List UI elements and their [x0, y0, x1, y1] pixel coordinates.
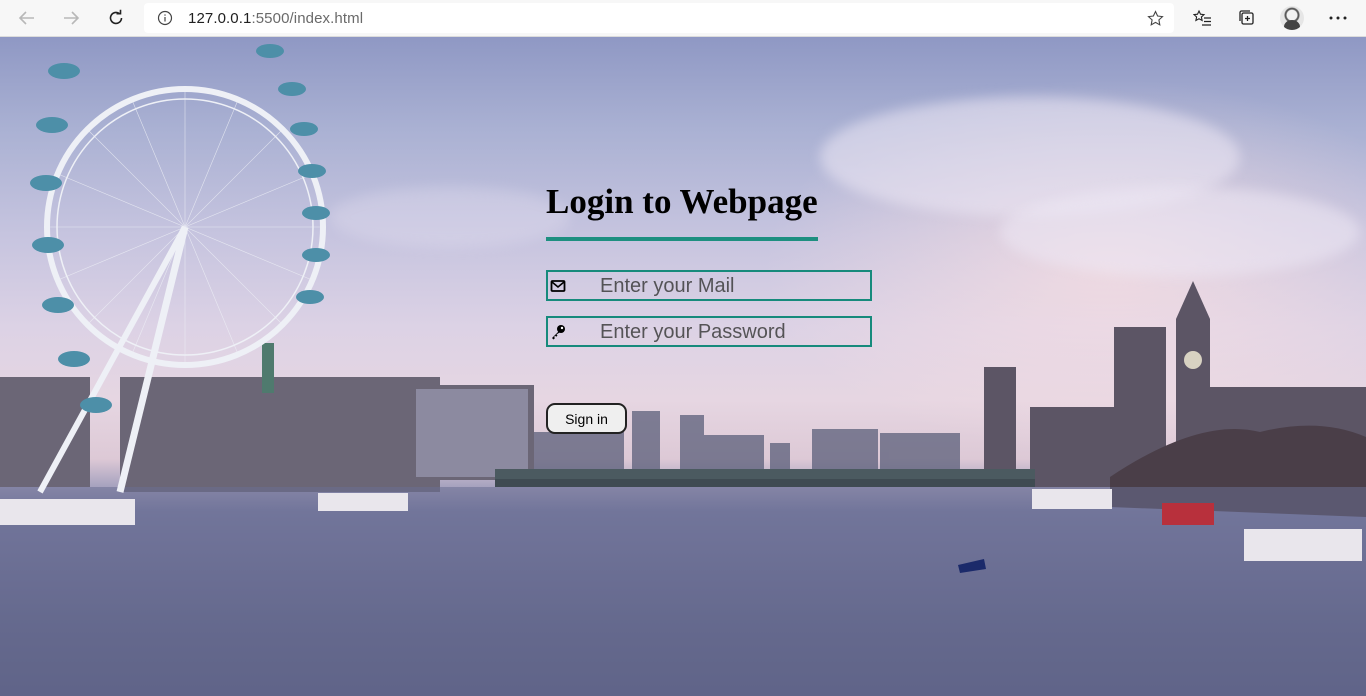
london-skyline-illustration: [0, 44, 1366, 696]
favorites-button[interactable]: [1190, 6, 1216, 30]
key-icon: [552, 325, 565, 340]
address-url[interactable]: 127.0.0.1:5500/index.html: [188, 10, 363, 27]
email-input[interactable]: [600, 273, 868, 299]
password-field: [546, 316, 872, 347]
favorite-star-icon[interactable]: [1147, 10, 1164, 32]
settings-more-button[interactable]: [1325, 6, 1351, 30]
profile-avatar[interactable]: [1280, 6, 1304, 30]
password-input[interactable]: [600, 319, 868, 345]
refresh-button[interactable]: [101, 4, 131, 32]
page-viewport: Login to Webpage Sign in: [0, 37, 1366, 696]
collections-icon: [1239, 10, 1254, 25]
forward-arrow-icon: [64, 11, 80, 25]
url-host: 127.0.0.1: [188, 10, 252, 27]
address-bar[interactable]: 127.0.0.1:5500/index.html: [144, 3, 1174, 33]
collections-button[interactable]: [1234, 6, 1260, 30]
envelope-icon: [550, 280, 566, 292]
back-button[interactable]: [12, 4, 42, 32]
refresh-icon: [109, 9, 123, 25]
favorites-list-icon: [1193, 9, 1211, 26]
sign-in-button[interactable]: Sign in: [546, 403, 627, 434]
more-dots-icon: [1329, 16, 1347, 20]
login-form: Login to Webpage Sign in: [546, 182, 876, 434]
site-info-icon[interactable]: [157, 10, 173, 31]
email-field: [546, 270, 872, 301]
back-arrow-icon: [18, 11, 34, 25]
title-underline: [546, 237, 818, 241]
url-path: :5500/index.html: [251, 10, 364, 27]
forward-button[interactable]: [56, 4, 86, 32]
browser-toolbar: 127.0.0.1:5500/index.html: [0, 0, 1366, 37]
page-title: Login to Webpage: [546, 182, 818, 221]
